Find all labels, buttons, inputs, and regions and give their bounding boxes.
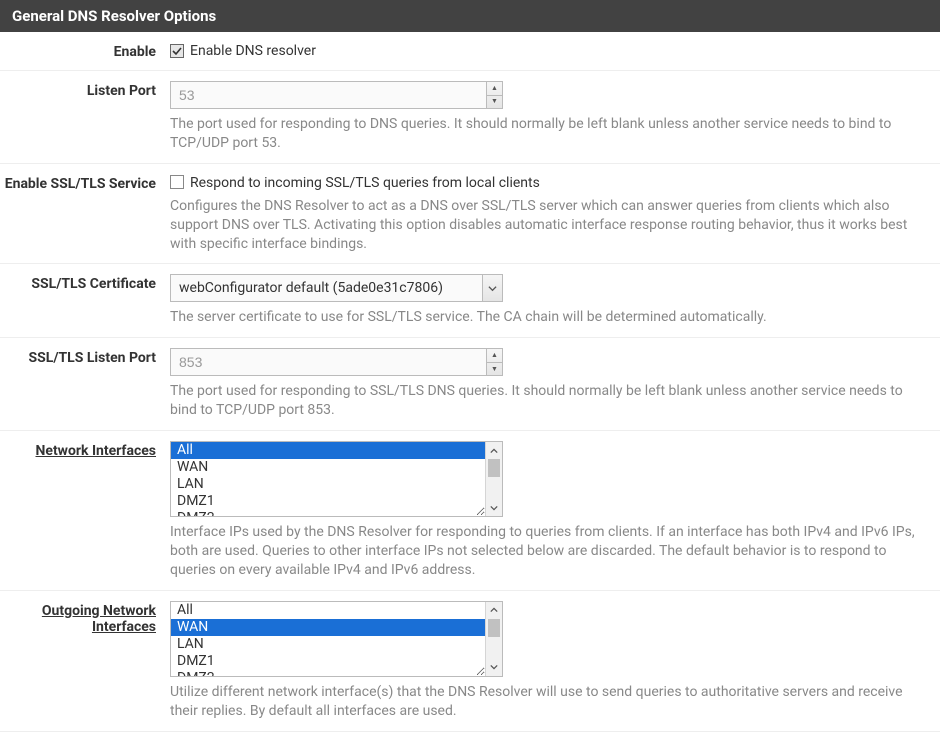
chevron-down-icon	[486, 659, 502, 676]
network-interfaces-help: Interface IPs used by the DNS Resolver f…	[170, 523, 928, 580]
row-enable: Enable Enable DNS resolver	[0, 32, 940, 71]
scrollbar[interactable]	[485, 602, 502, 676]
list-item[interactable]: DMZ2	[171, 670, 485, 676]
enable-checkbox-label: Enable DNS resolver	[190, 42, 316, 59]
enable-checkbox[interactable]	[170, 44, 184, 58]
ssl-cert-value: webConfigurator default (5ade0e31c7806)	[171, 275, 482, 301]
chevron-down-icon	[482, 275, 502, 301]
ssl-listen-port-help: The port used for responding to SSL/TLS …	[170, 382, 928, 420]
label-network-interfaces: Network Interfaces	[0, 441, 170, 580]
scrollbar[interactable]	[485, 442, 502, 516]
listen-port-help: The port used for responding to DNS quer…	[170, 115, 928, 153]
listen-port-input-wrap: ▲▼	[170, 81, 503, 109]
list-item[interactable]: WAN	[171, 459, 485, 476]
list-item[interactable]: LAN	[171, 636, 485, 653]
chevron-down-icon	[486, 499, 502, 516]
row-ssl-cert: SSL/TLS Certificate webConfigurator defa…	[0, 264, 940, 338]
list-item[interactable]: All	[171, 602, 485, 619]
chevron-up-icon	[486, 442, 502, 459]
panel-header: General DNS Resolver Options	[0, 0, 940, 32]
network-interfaces-select[interactable]: AllWANLANDMZ1DMZ2	[171, 442, 485, 516]
row-network-interfaces: Network Interfaces AllWANLANDMZ1DMZ2 Int…	[0, 431, 940, 591]
ssl-listen-port-spinner[interactable]: ▲▼	[486, 349, 502, 375]
label-ssl-cert: SSL/TLS Certificate	[0, 274, 170, 327]
label-enable: Enable	[0, 42, 170, 60]
ssl-cert-help: The server certificate to use for SSL/TL…	[170, 308, 928, 327]
chevron-up-icon	[486, 602, 502, 619]
label-ssl-listen-port: SSL/TLS Listen Port	[0, 348, 170, 420]
outgoing-interfaces-help: Utilize different network interface(s) t…	[170, 683, 928, 721]
list-item[interactable]: All	[171, 442, 485, 459]
label-listen-port: Listen Port	[0, 81, 170, 153]
ssl-cert-select[interactable]: webConfigurator default (5ade0e31c7806)	[170, 274, 503, 302]
list-item[interactable]: LAN	[171, 476, 485, 493]
label-outgoing-interfaces: Outgoing Network Interfaces	[0, 601, 170, 721]
listen-port-input[interactable]	[171, 82, 486, 108]
list-item[interactable]: DMZ1	[171, 653, 485, 670]
row-ssl-listen-port: SSL/TLS Listen Port ▲▼ The port used for…	[0, 338, 940, 431]
row-ssl-service: Enable SSL/TLS Service Respond to incomi…	[0, 164, 940, 265]
list-item[interactable]: DMZ1	[171, 493, 485, 510]
label-ssl-service: Enable SSL/TLS Service	[0, 174, 170, 254]
ssl-listen-port-input[interactable]	[171, 349, 486, 375]
listen-port-spinner[interactable]: ▲▼	[486, 82, 502, 108]
ssl-service-checkbox-label: Respond to incoming SSL/TLS queries from…	[190, 174, 540, 191]
outgoing-interfaces-select[interactable]: AllWANLANDMZ1DMZ2	[171, 602, 485, 676]
row-listen-port: Listen Port ▲▼ The port used for respond…	[0, 71, 940, 164]
ssl-listen-port-input-wrap: ▲▼	[170, 348, 503, 376]
row-outgoing-interfaces: Outgoing Network Interfaces AllWANLANDMZ…	[0, 591, 940, 732]
list-item[interactable]: WAN	[171, 619, 485, 636]
ssl-service-help: Configures the DNS Resolver to act as a …	[170, 197, 928, 254]
list-item[interactable]: DMZ2	[171, 510, 485, 516]
ssl-service-checkbox[interactable]	[170, 175, 184, 189]
